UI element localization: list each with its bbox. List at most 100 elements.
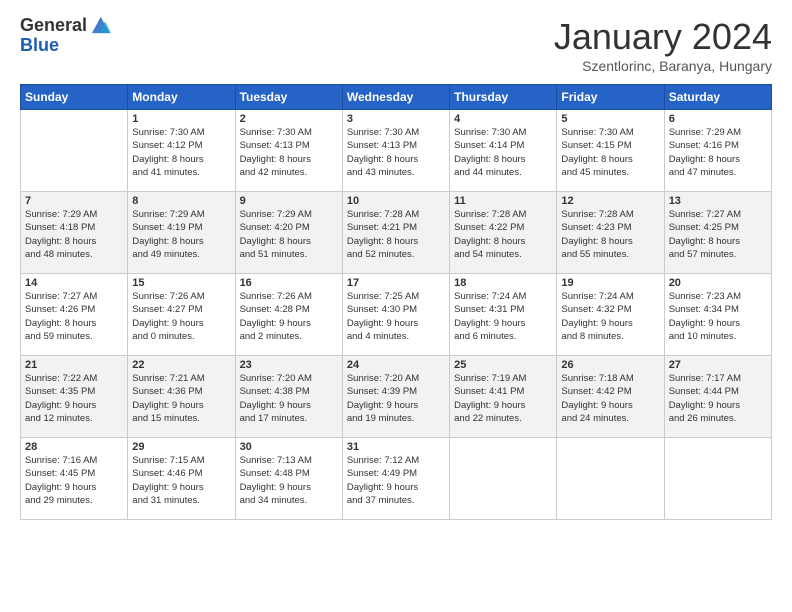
day-number: 26 bbox=[561, 359, 659, 371]
weekday-header-row: Sunday Monday Tuesday Wednesday Thursday… bbox=[21, 85, 772, 110]
table-row: 5Sunrise: 7:30 AMSunset: 4:15 PMDaylight… bbox=[557, 110, 664, 192]
table-row: 4Sunrise: 7:30 AMSunset: 4:14 PMDaylight… bbox=[450, 110, 557, 192]
sunrise-text: Sunrise: 7:26 AM bbox=[240, 291, 312, 302]
daylight-text: Daylight: 9 hours bbox=[25, 482, 96, 493]
sunset-text: Sunset: 4:14 PM bbox=[454, 140, 524, 151]
sunrise-text: Sunrise: 7:29 AM bbox=[669, 127, 741, 138]
header-sunday: Sunday bbox=[21, 85, 128, 110]
daylight-text-cont: and 31 minutes. bbox=[132, 495, 200, 506]
table-row: 24Sunrise: 7:20 AMSunset: 4:39 PMDayligh… bbox=[342, 356, 449, 438]
logo-general-text: General bbox=[20, 16, 87, 36]
day-number: 29 bbox=[132, 441, 230, 453]
sunrise-text: Sunrise: 7:30 AM bbox=[132, 127, 204, 138]
table-row: 7Sunrise: 7:29 AMSunset: 4:18 PMDaylight… bbox=[21, 192, 128, 274]
sunset-text: Sunset: 4:49 PM bbox=[347, 468, 417, 479]
header-monday: Monday bbox=[128, 85, 235, 110]
header-friday: Friday bbox=[557, 85, 664, 110]
calendar-week-row: 7Sunrise: 7:29 AMSunset: 4:18 PMDaylight… bbox=[21, 192, 772, 274]
sunrise-text: Sunrise: 7:19 AM bbox=[454, 373, 526, 384]
daylight-text: Daylight: 9 hours bbox=[669, 400, 740, 411]
sunrise-text: Sunrise: 7:24 AM bbox=[454, 291, 526, 302]
header: General Blue January 2024 Szentlorinc, B… bbox=[20, 16, 772, 74]
sunrise-text: Sunrise: 7:16 AM bbox=[25, 455, 97, 466]
table-row bbox=[557, 438, 664, 520]
sunset-text: Sunset: 4:27 PM bbox=[132, 304, 202, 315]
sunset-text: Sunset: 4:41 PM bbox=[454, 386, 524, 397]
sunrise-text: Sunrise: 7:28 AM bbox=[454, 209, 526, 220]
calendar-table: Sunday Monday Tuesday Wednesday Thursday… bbox=[20, 84, 772, 520]
table-row: 9Sunrise: 7:29 AMSunset: 4:20 PMDaylight… bbox=[235, 192, 342, 274]
table-row: 11Sunrise: 7:28 AMSunset: 4:22 PMDayligh… bbox=[450, 192, 557, 274]
daylight-text-cont: and 34 minutes. bbox=[240, 495, 308, 506]
table-row bbox=[664, 438, 771, 520]
sunset-text: Sunset: 4:35 PM bbox=[25, 386, 95, 397]
day-info: Sunrise: 7:20 AMSunset: 4:38 PMDaylight:… bbox=[240, 372, 338, 425]
day-number: 6 bbox=[669, 113, 767, 125]
daylight-text-cont: and 57 minutes. bbox=[669, 249, 737, 260]
day-info: Sunrise: 7:13 AMSunset: 4:48 PMDaylight:… bbox=[240, 454, 338, 507]
table-row: 27Sunrise: 7:17 AMSunset: 4:44 PMDayligh… bbox=[664, 356, 771, 438]
daylight-text-cont: and 45 minutes. bbox=[561, 167, 629, 178]
day-info: Sunrise: 7:22 AMSunset: 4:35 PMDaylight:… bbox=[25, 372, 123, 425]
daylight-text-cont: and 19 minutes. bbox=[347, 413, 415, 424]
table-row: 23Sunrise: 7:20 AMSunset: 4:38 PMDayligh… bbox=[235, 356, 342, 438]
sunset-text: Sunset: 4:23 PM bbox=[561, 222, 631, 233]
daylight-text-cont: and 10 minutes. bbox=[669, 331, 737, 342]
sunset-text: Sunset: 4:22 PM bbox=[454, 222, 524, 233]
sunset-text: Sunset: 4:28 PM bbox=[240, 304, 310, 315]
table-row: 19Sunrise: 7:24 AMSunset: 4:32 PMDayligh… bbox=[557, 274, 664, 356]
daylight-text-cont: and 26 minutes. bbox=[669, 413, 737, 424]
daylight-text-cont: and 44 minutes. bbox=[454, 167, 522, 178]
sunrise-text: Sunrise: 7:29 AM bbox=[240, 209, 312, 220]
sunrise-text: Sunrise: 7:29 AM bbox=[132, 209, 204, 220]
daylight-text-cont: and 59 minutes. bbox=[25, 331, 93, 342]
daylight-text-cont: and 43 minutes. bbox=[347, 167, 415, 178]
table-row: 3Sunrise: 7:30 AMSunset: 4:13 PMDaylight… bbox=[342, 110, 449, 192]
daylight-text: Daylight: 9 hours bbox=[132, 482, 203, 493]
daylight-text-cont: and 52 minutes. bbox=[347, 249, 415, 260]
daylight-text: Daylight: 9 hours bbox=[561, 400, 632, 411]
sunrise-text: Sunrise: 7:30 AM bbox=[240, 127, 312, 138]
table-row: 17Sunrise: 7:25 AMSunset: 4:30 PMDayligh… bbox=[342, 274, 449, 356]
day-info: Sunrise: 7:24 AMSunset: 4:32 PMDaylight:… bbox=[561, 290, 659, 343]
logo-blue-text: Blue bbox=[20, 36, 87, 56]
sunrise-text: Sunrise: 7:17 AM bbox=[669, 373, 741, 384]
day-number: 30 bbox=[240, 441, 338, 453]
sunset-text: Sunset: 4:34 PM bbox=[669, 304, 739, 315]
sunrise-text: Sunrise: 7:30 AM bbox=[347, 127, 419, 138]
sunset-text: Sunset: 4:15 PM bbox=[561, 140, 631, 151]
daylight-text: Daylight: 8 hours bbox=[454, 236, 525, 247]
sunrise-text: Sunrise: 7:28 AM bbox=[561, 209, 633, 220]
daylight-text: Daylight: 8 hours bbox=[347, 154, 418, 165]
day-number: 5 bbox=[561, 113, 659, 125]
day-number: 15 bbox=[132, 277, 230, 289]
day-info: Sunrise: 7:30 AMSunset: 4:13 PMDaylight:… bbox=[347, 126, 445, 179]
table-row: 16Sunrise: 7:26 AMSunset: 4:28 PMDayligh… bbox=[235, 274, 342, 356]
day-info: Sunrise: 7:15 AMSunset: 4:46 PMDaylight:… bbox=[132, 454, 230, 507]
table-row: 12Sunrise: 7:28 AMSunset: 4:23 PMDayligh… bbox=[557, 192, 664, 274]
sunrise-text: Sunrise: 7:21 AM bbox=[132, 373, 204, 384]
daylight-text-cont: and 37 minutes. bbox=[347, 495, 415, 506]
day-number: 2 bbox=[240, 113, 338, 125]
day-info: Sunrise: 7:23 AMSunset: 4:34 PMDaylight:… bbox=[669, 290, 767, 343]
daylight-text: Daylight: 9 hours bbox=[240, 400, 311, 411]
day-number: 10 bbox=[347, 195, 445, 207]
table-row: 10Sunrise: 7:28 AMSunset: 4:21 PMDayligh… bbox=[342, 192, 449, 274]
sunset-text: Sunset: 4:21 PM bbox=[347, 222, 417, 233]
day-info: Sunrise: 7:29 AMSunset: 4:20 PMDaylight:… bbox=[240, 208, 338, 261]
daylight-text: Daylight: 8 hours bbox=[669, 154, 740, 165]
day-info: Sunrise: 7:29 AMSunset: 4:18 PMDaylight:… bbox=[25, 208, 123, 261]
daylight-text: Daylight: 9 hours bbox=[240, 482, 311, 493]
sunrise-text: Sunrise: 7:27 AM bbox=[669, 209, 741, 220]
day-number: 3 bbox=[347, 113, 445, 125]
daylight-text-cont: and 55 minutes. bbox=[561, 249, 629, 260]
day-number: 13 bbox=[669, 195, 767, 207]
day-number: 17 bbox=[347, 277, 445, 289]
day-info: Sunrise: 7:30 AMSunset: 4:14 PMDaylight:… bbox=[454, 126, 552, 179]
sunrise-text: Sunrise: 7:28 AM bbox=[347, 209, 419, 220]
day-info: Sunrise: 7:21 AMSunset: 4:36 PMDaylight:… bbox=[132, 372, 230, 425]
daylight-text: Daylight: 8 hours bbox=[561, 236, 632, 247]
sunset-text: Sunset: 4:13 PM bbox=[240, 140, 310, 151]
calendar-week-row: 1Sunrise: 7:30 AMSunset: 4:12 PMDaylight… bbox=[21, 110, 772, 192]
table-row: 13Sunrise: 7:27 AMSunset: 4:25 PMDayligh… bbox=[664, 192, 771, 274]
